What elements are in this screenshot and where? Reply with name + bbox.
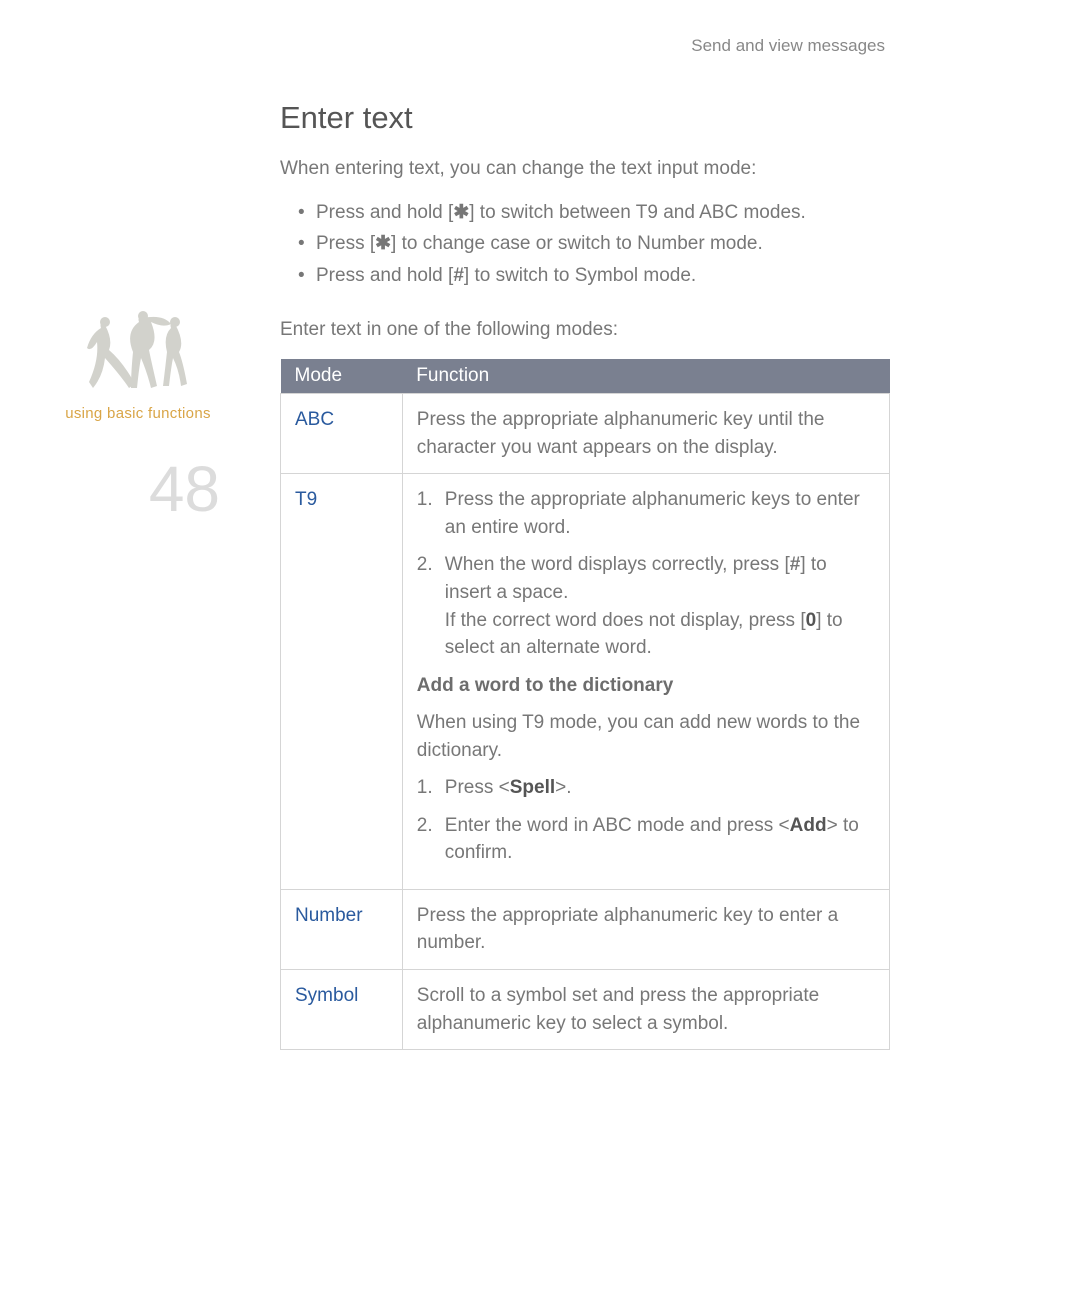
hash-icon: # [453,265,464,286]
hash-icon: # [790,554,801,575]
step-text: When the word displays correctly, press … [445,554,790,575]
table-row: Number Press the appropriate alphanumeri… [281,889,890,969]
main-content: Enter text When entering text, you can c… [280,100,890,1050]
subintro-text: Enter text in one of the following modes… [280,319,890,341]
table-row: Symbol Scroll to a symbol set and press … [281,969,890,1049]
mode-name-t9: T9 [295,489,317,510]
bullet-text: ] to switch between T9 and ABC modes. [469,202,806,223]
step-text: Press < [445,777,510,798]
dancers-silhouette-icon [83,310,193,395]
step-text: If the correct word does not display, pr… [445,610,806,631]
function-text: When using T9 mode, you can add new word… [417,709,875,764]
intro-text: When entering text, you can change the t… [280,156,890,183]
bullet-list: Press and hold [✱] to switch between T9 … [280,199,890,290]
section-heading: Enter text [280,100,890,136]
bullet-text: ] to switch to Symbol mode. [464,265,696,286]
function-step: When the word displays correctly, press … [417,551,875,661]
mode-name-number: Number [295,905,363,926]
bullet-item: Press and hold [#] to switch to Symbol m… [298,262,890,290]
bullet-text: Press [ [316,233,375,254]
function-text: Press the appropriate alphanumeric key t… [417,902,875,957]
modes-table: Mode Function ABC Press the appropriate … [280,359,890,1050]
sidebar-caption: using basic functions [48,405,228,422]
sidebar: using basic functions 48 [48,310,228,526]
mode-name-abc: ABC [295,409,334,430]
subsection-heading: Add a word to the dictionary [417,672,875,700]
bullet-item: Press and hold [✱] to switch between T9 … [298,199,890,227]
add-key: Add [790,815,827,836]
bullet-text: Press and hold [ [316,265,453,286]
star-icon: ✱ [375,233,391,254]
function-step: Enter the word in ABC mode and press <Ad… [417,812,875,867]
step-text: >. [555,777,571,798]
function-step: Press <Spell>. [417,774,875,802]
step-text: Enter the word in ABC mode and press < [445,815,790,836]
table-row: T9 Press the appropriate alphanumeric ke… [281,474,890,890]
spell-key: Spell [510,777,555,798]
table-row: ABC Press the appropriate alphanumeric k… [281,394,890,474]
bullet-text: ] to change case or switch to Number mod… [391,233,763,254]
table-header-mode: Mode [281,359,403,394]
function-step: Press the appropriate alphanumeric keys … [417,486,875,541]
function-text: Press the appropriate alphanumeric key u… [417,406,875,461]
zero-key: 0 [806,610,817,631]
bullet-text: Press and hold [ [316,202,453,223]
mode-name-symbol: Symbol [295,985,358,1006]
table-header-function: Function [402,359,889,394]
page-number: 48 [48,452,228,526]
function-text: Scroll to a symbol set and press the app… [417,982,875,1037]
star-icon: ✱ [453,202,469,223]
running-header: Send and view messages [691,36,885,56]
bullet-item: Press [✱] to change case or switch to Nu… [298,230,890,258]
